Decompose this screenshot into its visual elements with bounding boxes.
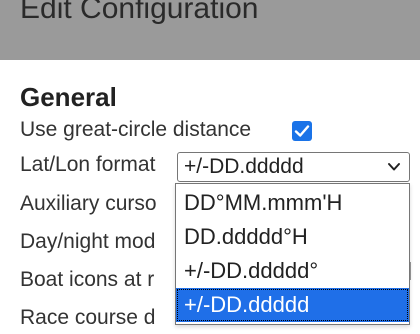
- checkmark-icon: [294, 125, 310, 137]
- day-night-label: Day/night mod: [20, 230, 156, 253]
- latlon-format-label: Lat/Lon format: [20, 153, 156, 176]
- latlon-format-select[interactable]: +/-DD.ddddd: [177, 152, 410, 182]
- aux-cursor-label: Auxiliary curso: [20, 192, 157, 215]
- chevron-down-icon: [388, 163, 400, 171]
- great-circle-label: Use great-circle distance: [20, 118, 252, 141]
- dropdown-option[interactable]: +/-DD.ddddd°: [176, 254, 409, 288]
- section-heading-general: General: [20, 82, 117, 112]
- latlon-format-value: +/-DD.ddddd: [184, 155, 304, 178]
- race-course-label: Race course d: [20, 306, 156, 329]
- boat-icons-label: Boat icons at r: [20, 268, 155, 291]
- edit-configuration-page: Edit Configuration General Use great-cir…: [0, 0, 420, 334]
- dropdown-option[interactable]: DD°MM.mmm'H: [176, 186, 409, 220]
- titlebar: Edit Configuration: [0, 0, 420, 60]
- great-circle-checkbox[interactable]: [292, 121, 312, 141]
- dropdown-option-selected[interactable]: +/-DD.ddddd: [176, 288, 409, 322]
- latlon-format-dropdown[interactable]: DD°MM.mmm'H DD.ddddd°H +/-DD.ddddd° +/-D…: [175, 183, 410, 325]
- select-edge: [410, 262, 420, 280]
- dropdown-option[interactable]: DD.ddddd°H: [176, 220, 409, 254]
- page-title: Edit Configuration: [20, 0, 259, 25]
